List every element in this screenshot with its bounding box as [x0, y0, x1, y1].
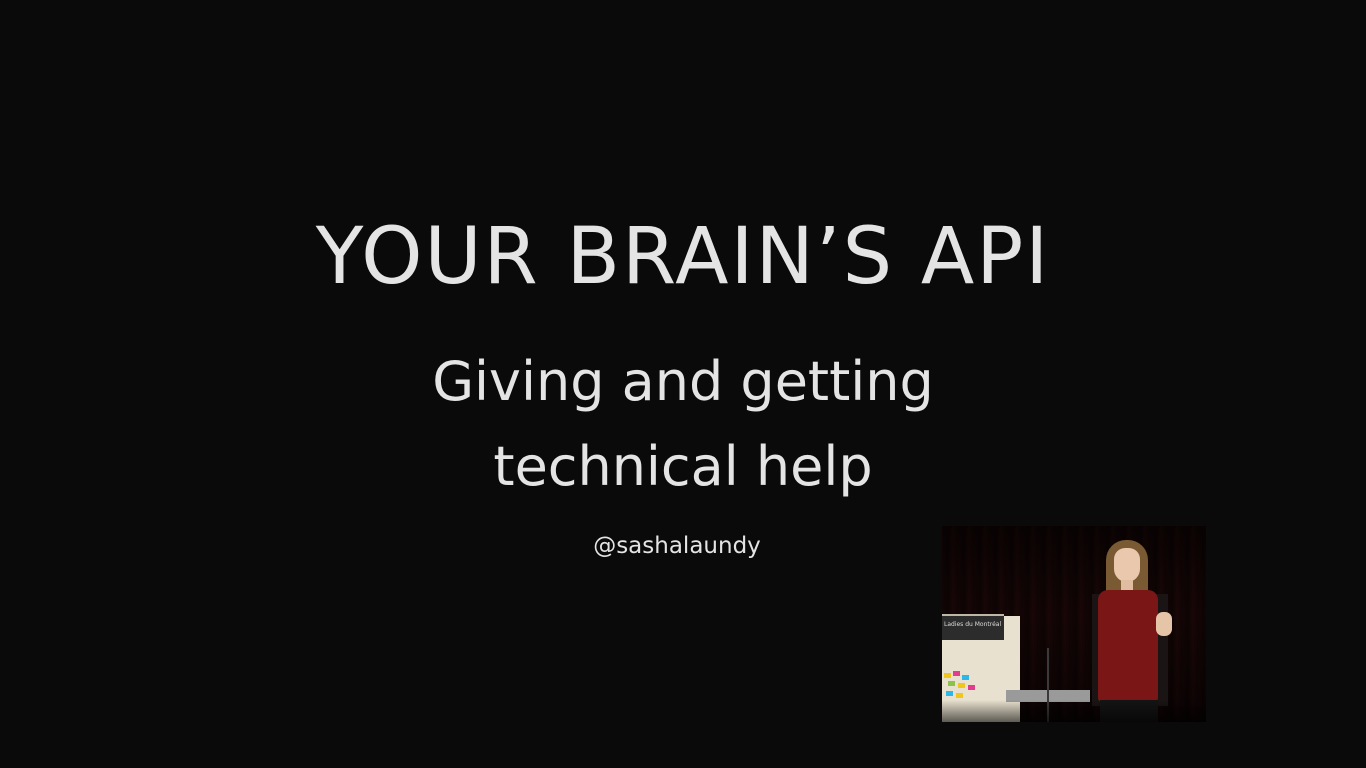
presentation-frame: YOUR BRAIN’S API Giving and getting tech… — [0, 0, 1366, 768]
speaker-blouse — [1098, 590, 1158, 702]
slide-subtitle-line-1: Giving and getting — [432, 350, 934, 413]
speaker-hand — [1156, 612, 1172, 636]
speaker-video-inset: Ladies du Montréal — [942, 526, 1206, 722]
podium-label: Ladies du Montréal — [944, 621, 1002, 628]
speaker-figure — [1092, 538, 1184, 722]
podium-sign: Ladies du Montréal — [942, 614, 1004, 640]
podium-logo — [944, 671, 980, 701]
slide-title: YOUR BRAIN’S API — [315, 212, 1051, 302]
speaker-face — [1114, 548, 1140, 582]
slide-subtitle-line-2: technical help — [493, 435, 873, 498]
